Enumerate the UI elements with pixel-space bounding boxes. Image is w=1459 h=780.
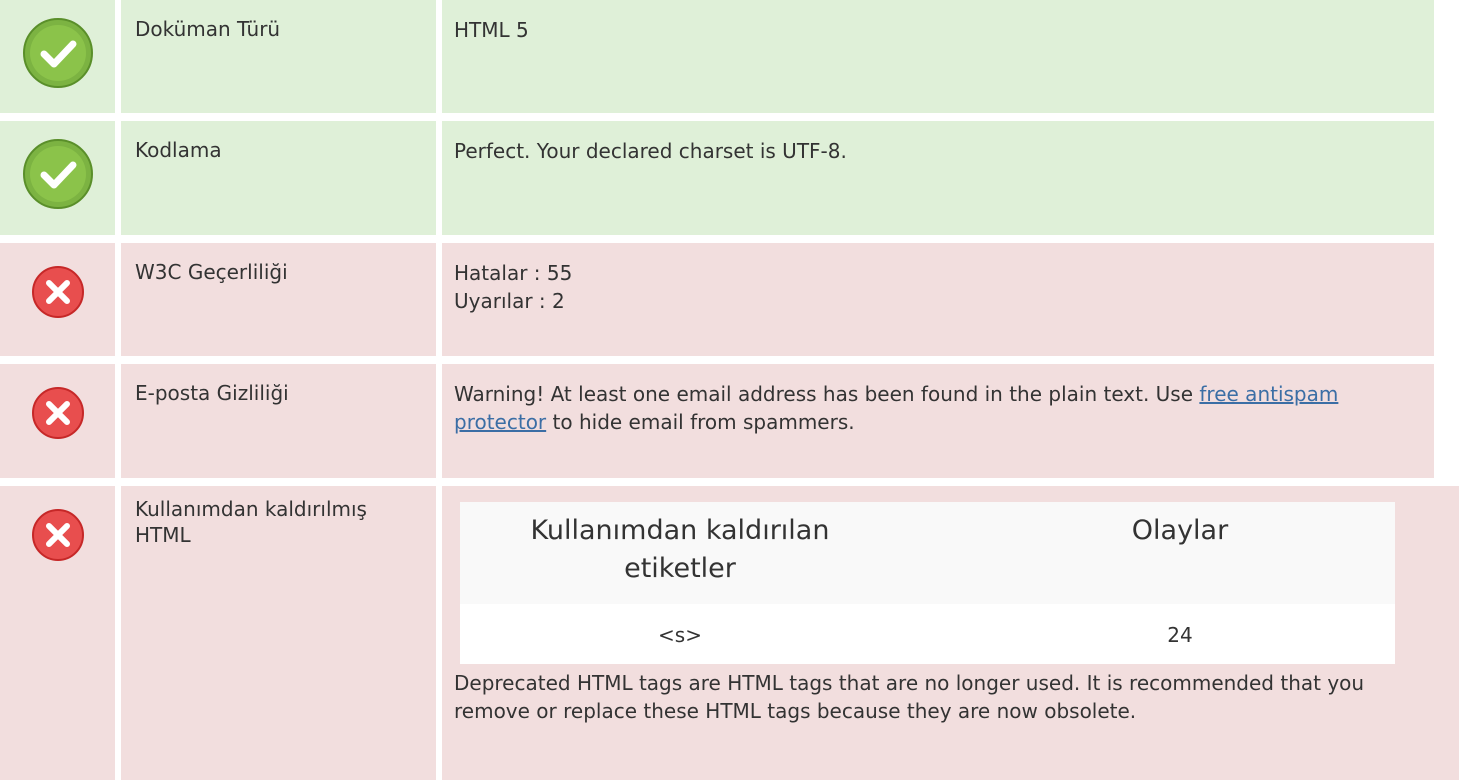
error-x-icon	[32, 387, 84, 439]
status-cell	[0, 364, 115, 478]
status-cell	[0, 243, 115, 356]
result-row-email-privacy: E-posta Gizliliği Warning! At least one …	[0, 364, 1434, 478]
row-value: Warning! At least one email address has …	[442, 364, 1434, 478]
status-cell	[0, 486, 115, 780]
row-label: Kodlama	[121, 121, 436, 235]
row-value: Perfect. Your declared charset is UTF-8.	[442, 121, 1434, 235]
row-value: Kullanımdan kaldırılan etiketler Olaylar…	[442, 486, 1459, 780]
warning-text-end: to hide email from spammers.	[546, 410, 855, 434]
row-label: W3C Geçerliliği	[121, 243, 436, 356]
check-circle-icon	[23, 18, 93, 88]
row-label: E-posta Gizliliği	[121, 364, 436, 478]
deprecated-note: Deprecated HTML tags are HTML tags that …	[454, 671, 1365, 723]
warnings-count: Uyarılar : 2	[454, 289, 565, 313]
row-value: Hatalar : 55 Uyarılar : 2	[442, 243, 1434, 356]
table-row: <s> 24	[460, 604, 1395, 664]
result-row-w3c: W3C Geçerliliği Hatalar : 55 Uyarılar : …	[0, 243, 1434, 356]
error-x-icon	[32, 509, 84, 561]
count-cell: 24	[1167, 623, 1193, 647]
result-row-doctype: Doküman Türü HTML 5	[0, 0, 1434, 113]
check-circle-icon	[23, 139, 93, 209]
row-label: Doküman Türü	[121, 0, 436, 113]
status-cell	[0, 121, 115, 235]
row-value: HTML 5	[442, 0, 1434, 113]
status-cell	[0, 0, 115, 113]
warning-text: Warning! At least one email address has …	[454, 382, 1200, 406]
result-row-deprecated-html: Kullanımdan kaldırılmış HTML Kullanımdan…	[0, 486, 1459, 780]
table-header: Kullanımdan kaldırılan etiketler Olaylar	[460, 502, 1395, 604]
column-header-tags: Kullanımdan kaldırılan etiketler	[530, 515, 830, 584]
error-x-icon	[32, 266, 84, 318]
column-header-occurrences: Olaylar	[1131, 515, 1229, 546]
row-label: Kullanımdan kaldırılmış HTML	[121, 486, 436, 780]
deprecated-tags-table: Kullanımdan kaldırılan etiketler Olaylar…	[460, 502, 1395, 664]
errors-count: Hatalar : 55	[454, 261, 573, 285]
tag-cell: <s>	[658, 623, 702, 647]
result-row-encoding: Kodlama Perfect. Your declared charset i…	[0, 121, 1434, 235]
